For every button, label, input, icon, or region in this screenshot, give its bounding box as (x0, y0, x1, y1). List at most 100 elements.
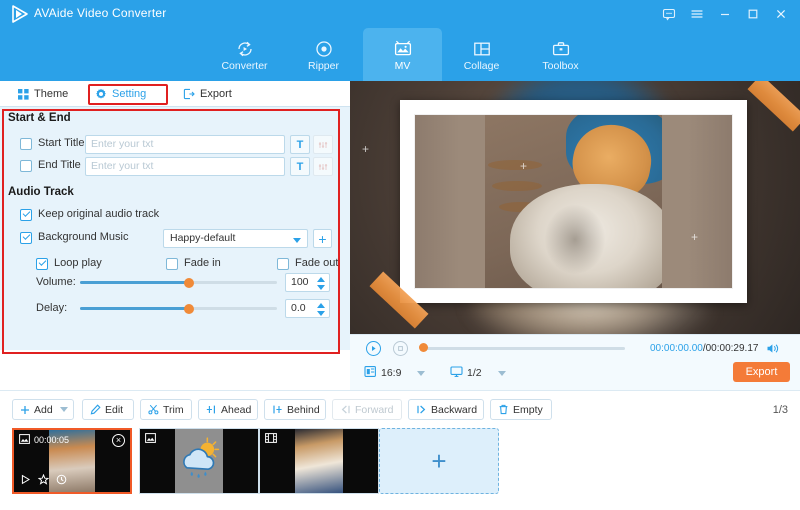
mv-icon (393, 37, 413, 59)
end-title-text-style-button[interactable]: T (290, 157, 310, 176)
start-title-adjust-button[interactable] (313, 135, 333, 154)
video-preview[interactable]: + + + (350, 81, 800, 334)
section-title-audio-track: Audio Track (8, 186, 74, 198)
add-media-tile[interactable]: + (379, 428, 499, 494)
backward-button-label: Backward (431, 403, 478, 416)
start-title-input[interactable]: Enter your txt (85, 135, 285, 154)
tab-setting[interactable]: Setting (95, 84, 146, 104)
aspect-ratio-chevron-down-icon[interactable] (417, 370, 426, 376)
nav-tab-collage[interactable]: Collage (442, 28, 521, 81)
effects-star-icon[interactable] (37, 473, 50, 488)
aspect-ratio-icon (364, 365, 377, 381)
volume-value-input[interactable]: 100 (285, 273, 330, 292)
menu-icon[interactable] (684, 1, 710, 27)
section-title-start-end: Start & End (8, 112, 71, 124)
speaker-icon[interactable] (766, 342, 780, 358)
duration-clock-icon[interactable] (56, 474, 67, 488)
play-icon[interactable] (20, 474, 31, 488)
background-music-label: Background Music (38, 231, 129, 243)
thumbnail-3-image (295, 429, 343, 493)
sparkle-icon-right: + (691, 230, 699, 244)
background-music-checkbox[interactable] (20, 232, 32, 244)
fade-in-checkbox[interactable] (166, 258, 178, 270)
minimize-icon[interactable] (712, 1, 738, 27)
add-button-label: Add (34, 403, 53, 416)
collage-icon (472, 37, 492, 59)
edit-button[interactable]: Edit (82, 399, 134, 420)
volume-decrement-icon[interactable] (317, 285, 325, 290)
nav-tab-ripper[interactable]: Ripper (284, 28, 363, 81)
gear-icon (95, 88, 107, 100)
nav-tab-ripper-label: Ripper (308, 60, 339, 72)
playback-progress-handle[interactable] (419, 343, 428, 352)
volume-slider-handle[interactable] (184, 277, 195, 288)
app-title: AVAide Video Converter (34, 6, 167, 20)
tab-export-label: Export (200, 88, 232, 100)
playback-progress-bar[interactable] (420, 347, 625, 350)
delay-decrement-icon[interactable] (317, 311, 325, 316)
zoom-level-value: 1/2 (467, 367, 482, 379)
fade-in-label: Fade in (184, 257, 221, 269)
nav-tab-toolbox[interactable]: Toolbox (521, 28, 600, 81)
volume-label: Volume: (36, 276, 76, 288)
stop-button[interactable] (393, 341, 408, 356)
end-title-input[interactable]: Enter your txt (85, 157, 285, 176)
image-icon (19, 434, 30, 446)
thumbnail-1-badge: 00:00:05 (19, 434, 69, 446)
volume-increment-icon[interactable] (317, 277, 325, 282)
disc-icon (314, 37, 334, 59)
delay-slider[interactable] (80, 303, 277, 314)
close-icon[interactable] (768, 1, 794, 27)
end-title-checkbox[interactable] (20, 160, 32, 172)
play-button[interactable] (366, 341, 381, 356)
preview-photo (484, 115, 663, 288)
export-button[interactable]: Export (733, 362, 790, 382)
thumbnail-1-remove-button[interactable]: × (112, 434, 125, 447)
delay-slider-handle[interactable] (184, 303, 195, 314)
add-chevron-down-icon[interactable] (59, 407, 68, 412)
backward-button[interactable]: Backward (408, 399, 484, 420)
start-title-text-style-button[interactable]: T (290, 135, 310, 154)
add-button[interactable]: Add (12, 399, 74, 420)
aspect-ratio-control[interactable]: 16:9 (364, 365, 426, 381)
edit-button-label: Edit (105, 403, 124, 416)
thumbnail-item-1[interactable]: 00:00:05 × (12, 428, 132, 494)
window-controls (656, 0, 794, 28)
thumbnail-item-2[interactable] (139, 428, 259, 494)
delay-increment-icon[interactable] (317, 303, 325, 308)
feedback-icon[interactable] (656, 1, 682, 27)
loop-play-checkbox[interactable] (36, 258, 48, 270)
end-title-label: End Title (38, 159, 81, 171)
thumbnail-3-badge (265, 433, 277, 445)
behind-button[interactable]: Behind (264, 399, 326, 420)
tab-export[interactable]: Export (183, 84, 232, 104)
zoom-level-chevron-down-icon[interactable] (497, 370, 506, 376)
export-icon (183, 88, 195, 100)
thumbnail-item-3[interactable] (259, 428, 379, 494)
end-title-adjust-button[interactable] (313, 157, 333, 176)
keep-original-audio-checkbox[interactable] (20, 209, 32, 221)
total-time: 00:00:29.17 (705, 343, 759, 354)
maximize-icon[interactable] (740, 1, 766, 27)
start-title-checkbox[interactable] (20, 138, 32, 150)
behind-button-label: Behind (287, 403, 320, 416)
thumbnail-2-badge (145, 433, 156, 445)
editing-toolbar: Add Edit Trim Ahead Behind Forward Backw… (0, 390, 800, 428)
fade-out-checkbox[interactable] (277, 258, 289, 270)
delay-value-input[interactable]: 0.0 (285, 299, 330, 318)
background-music-select[interactable]: Happy-default (163, 229, 308, 248)
nav-tab-converter[interactable]: Converter (205, 28, 284, 81)
tab-theme[interactable]: Theme (18, 84, 68, 104)
sub-tab-bar: Theme Setting Export (0, 81, 350, 107)
zoom-level-control[interactable]: 1/2 (450, 365, 506, 381)
volume-slider[interactable] (80, 277, 277, 288)
nav-tab-mv[interactable]: MV (363, 28, 442, 81)
convert-icon (235, 37, 255, 59)
forward-button[interactable]: Forward (332, 399, 402, 420)
trim-button[interactable]: Trim (140, 399, 192, 420)
empty-button[interactable]: Empty (490, 399, 552, 420)
ahead-button[interactable]: Ahead (198, 399, 258, 420)
toolbox-icon (551, 37, 571, 59)
add-music-button[interactable]: + (313, 229, 332, 248)
trim-button-label: Trim (163, 403, 184, 416)
